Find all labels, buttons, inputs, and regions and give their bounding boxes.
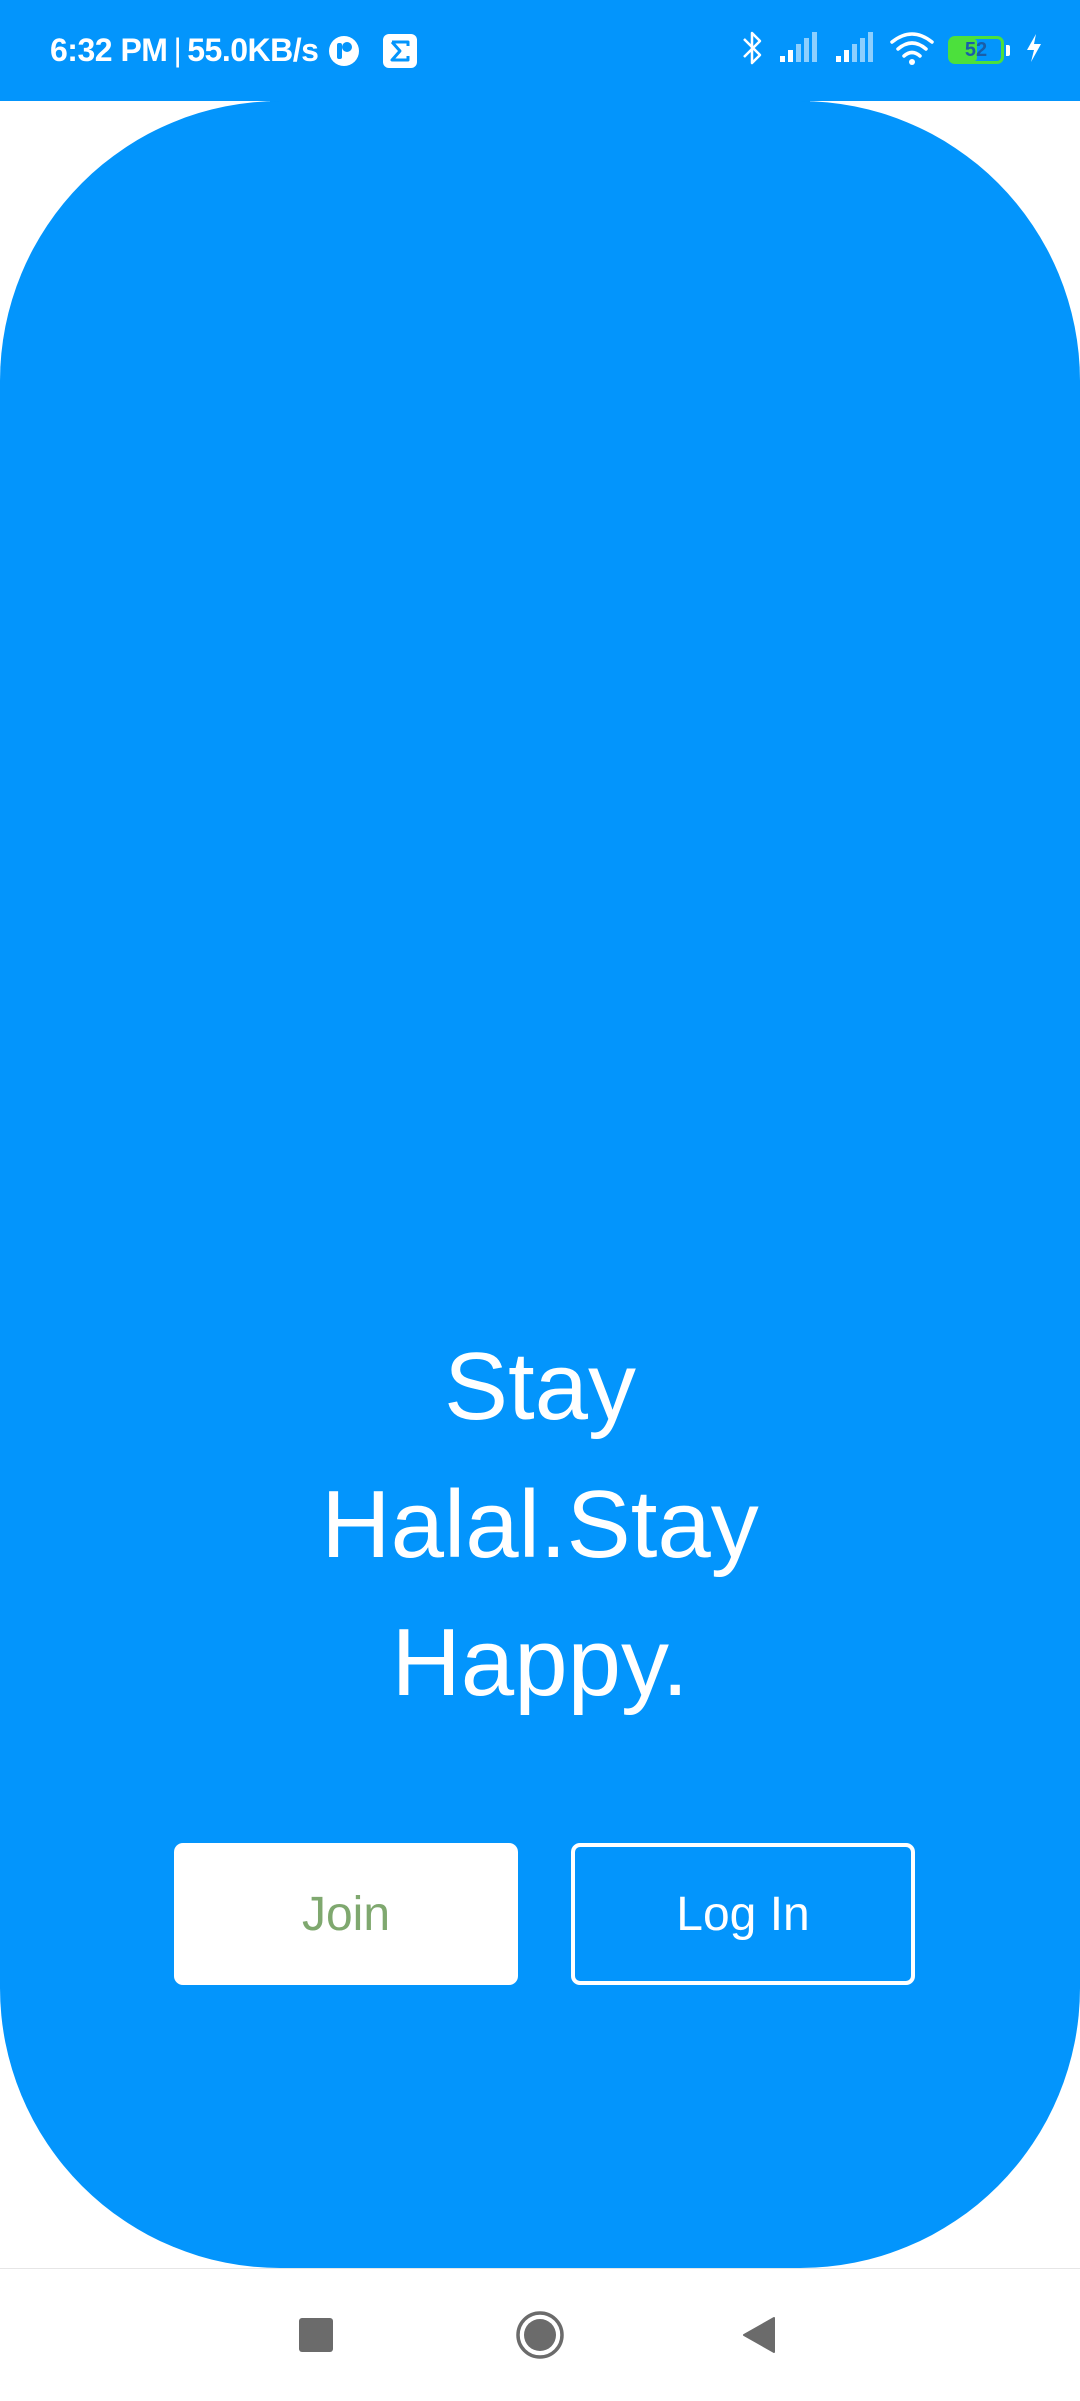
signal-icon xyxy=(834,32,876,69)
recents-square-icon[interactable] xyxy=(256,2269,376,2401)
login-button[interactable]: Log In xyxy=(571,1843,915,1985)
tagline-line: Happy. xyxy=(391,1609,689,1716)
network-speed: 55.0KB/s xyxy=(187,32,319,68)
signal-icon xyxy=(778,32,820,69)
system-nav-bar xyxy=(0,2268,1080,2401)
charging-bolt-icon xyxy=(1024,33,1044,68)
wifi-icon xyxy=(890,31,934,70)
battery-icon: 52 xyxy=(948,35,1010,66)
app-notification-icon xyxy=(328,35,360,67)
status-time: 6:32 PM xyxy=(50,32,168,68)
bluetooth-icon xyxy=(740,29,764,72)
status-left: 6:32 PM | 55.0KB/s xyxy=(50,0,418,101)
home-circle-icon[interactable] xyxy=(480,2269,600,2401)
status-separator: | xyxy=(173,32,182,68)
status-right: 52 xyxy=(740,0,1044,101)
back-triangle-icon[interactable] xyxy=(700,2269,820,2401)
tagline: Stay Halal.Stay Happy. xyxy=(240,1318,840,1732)
battery-level: 52 xyxy=(964,38,988,61)
join-button[interactable]: Join xyxy=(174,1843,518,1985)
tagline-line: Stay xyxy=(443,1333,637,1440)
sigma-app-icon xyxy=(382,33,418,69)
tagline-line: Halal.Stay xyxy=(321,1471,759,1578)
hero-panel xyxy=(0,101,1080,2268)
status-bar: 6:32 PM | 55.0KB/s 52 xyxy=(0,0,1080,101)
